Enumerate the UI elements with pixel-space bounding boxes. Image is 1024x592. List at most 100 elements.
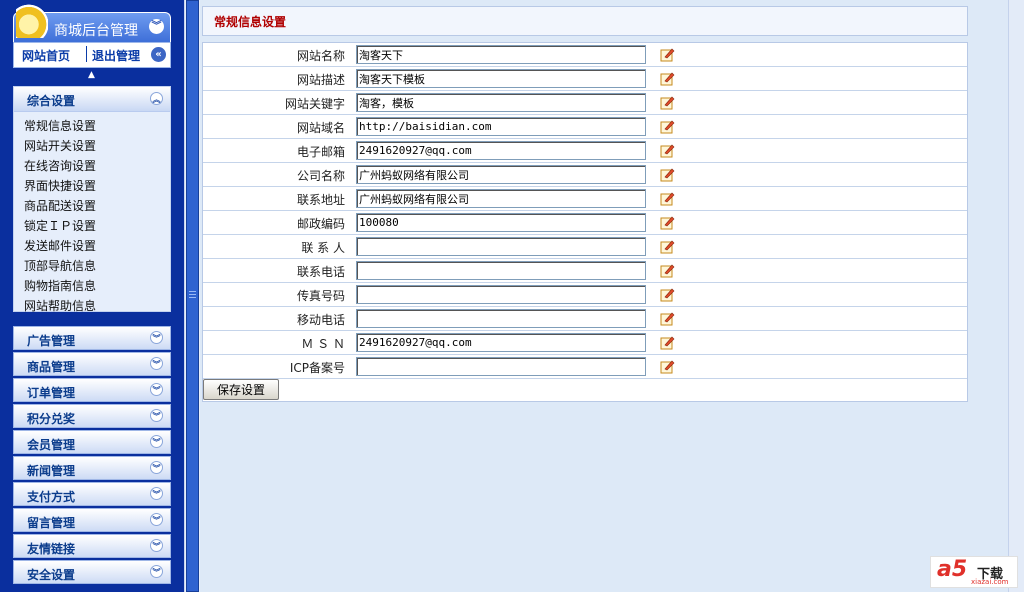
menu-item-products[interactable]: 商品管理 ︾: [13, 352, 171, 376]
edit-pencil-icon[interactable]: [660, 311, 675, 326]
field-label: 联系地址: [296, 193, 345, 207]
double-chevron-down-icon[interactable]: ︾: [149, 19, 164, 34]
menu-item-links[interactable]: 友情链接 ︾: [13, 534, 171, 558]
field-label: Ｍ Ｓ Ｎ: [301, 337, 345, 351]
edit-pencil-icon[interactable]: [660, 47, 675, 62]
field-label: 联 系 人: [301, 241, 345, 255]
site-keywords-input[interactable]: [356, 93, 646, 112]
form-row-site-desc: 网站描述: [203, 67, 967, 91]
edit-pencil-icon[interactable]: [660, 143, 675, 158]
field-label: 联系电话: [296, 265, 345, 279]
postcode-input[interactable]: [356, 213, 646, 232]
email-input[interactable]: [356, 141, 646, 160]
edit-pencil-icon[interactable]: [660, 239, 675, 254]
address-input[interactable]: [356, 189, 646, 208]
menu-item-members[interactable]: 会员管理 ︾: [13, 430, 171, 454]
double-chevron-down-icon[interactable]: ︾: [150, 331, 163, 344]
edit-pencil-icon[interactable]: [660, 215, 675, 230]
site-domain-input[interactable]: [356, 117, 646, 136]
settings-form: 网站名称 网站描述 网站关键字 网站域名 电子邮箱 公司名称 联系地址 邮政编码: [202, 42, 968, 402]
submenu-item[interactable]: 购物指南信息: [14, 276, 170, 296]
fax-input[interactable]: [356, 285, 646, 304]
mobile-input[interactable]: [356, 309, 646, 328]
field-label: 公司名称: [296, 169, 345, 183]
menu-group-header[interactable]: 综合设置 ︽: [14, 87, 170, 112]
submenu-item[interactable]: 发送邮件设置: [14, 236, 170, 256]
edit-pencil-icon[interactable]: [660, 287, 675, 302]
menu-item-payment[interactable]: 支付方式 ︾: [13, 482, 171, 506]
edit-pencil-icon[interactable]: [660, 167, 675, 182]
phone-input[interactable]: [356, 261, 646, 280]
submenu-list: 常规信息设置 网站开关设置 在线咨询设置 界面快捷设置 商品配送设置 锁定ＩＰ设…: [14, 112, 170, 316]
submenu-item[interactable]: 常规信息设置: [14, 116, 170, 136]
double-chevron-down-icon[interactable]: ︾: [150, 513, 163, 526]
edit-pencil-icon[interactable]: [660, 119, 675, 134]
edit-pencil-icon[interactable]: [660, 191, 675, 206]
site-description-input[interactable]: [356, 69, 646, 88]
submenu-item[interactable]: 商品配送设置: [14, 196, 170, 216]
menu-item-label: 新闻管理: [27, 464, 76, 478]
double-chevron-down-icon[interactable]: ︾: [150, 357, 163, 370]
form-row-phone: 联系电话: [203, 259, 967, 283]
msn-input[interactable]: [356, 333, 646, 352]
menu-item-points[interactable]: 积分兑奖 ︾: [13, 404, 171, 428]
sidebar-scrollbar-thumb[interactable]: [186, 0, 199, 592]
watermark-domain: xiazai.com: [971, 578, 1009, 586]
menu-item-label: 会员管理: [27, 438, 76, 452]
scroll-up-arrow-icon[interactable]: ▲: [88, 70, 95, 80]
menu-item-orders[interactable]: 订单管理 ︾: [13, 378, 171, 402]
sidebar: 商城后台管理 ︾ 网站首页 退出管理 « ▲ 综合设置 ︽ 常规信息设置 网站开…: [0, 0, 184, 592]
page-scrollbar-track[interactable]: [1008, 0, 1024, 592]
home-link[interactable]: 网站首页: [22, 47, 70, 64]
collapse-sidebar-icon[interactable]: «: [151, 47, 166, 62]
double-chevron-down-icon[interactable]: ︾: [150, 539, 163, 552]
field-label: 网站名称: [296, 49, 345, 63]
form-row-site-name: 网站名称: [203, 43, 967, 67]
submenu-item[interactable]: 在线咨询设置: [14, 156, 170, 176]
menu-item-label: 支付方式: [27, 490, 76, 504]
icp-input[interactable]: [356, 357, 646, 376]
form-row-email: 电子邮箱: [203, 139, 967, 163]
double-chevron-down-icon[interactable]: ︾: [150, 383, 163, 396]
double-chevron-down-icon[interactable]: ︾: [150, 435, 163, 448]
menu-item-label: 订单管理: [27, 386, 76, 400]
field-label: 网站关键字: [284, 97, 345, 111]
top-links: 网站首页 退出管理 «: [13, 42, 171, 68]
menu-item-messages[interactable]: 留言管理 ︾: [13, 508, 171, 532]
contact-person-input[interactable]: [356, 237, 646, 256]
double-chevron-down-icon[interactable]: ︾: [150, 565, 163, 578]
edit-pencil-icon[interactable]: [660, 95, 675, 110]
submenu-item[interactable]: 网站开关设置: [14, 136, 170, 156]
double-chevron-down-icon[interactable]: ︾: [150, 487, 163, 500]
double-chevron-down-icon[interactable]: ︾: [150, 409, 163, 422]
site-name-input[interactable]: [356, 45, 646, 64]
submenu-item[interactable]: 网站帮助信息: [14, 296, 170, 316]
menu-item-label: 留言管理: [27, 516, 76, 530]
menu-item-label: 广告管理: [27, 334, 76, 348]
company-name-input[interactable]: [356, 165, 646, 184]
menu-item-ads[interactable]: 广告管理 ︾: [13, 326, 171, 350]
menu-item-security[interactable]: 安全设置 ︾: [13, 560, 171, 584]
edit-pencil-icon[interactable]: [660, 359, 675, 374]
submenu-item[interactable]: 锁定ＩＰ设置: [14, 216, 170, 236]
double-chevron-up-icon[interactable]: ︽: [150, 92, 163, 105]
edit-pencil-icon[interactable]: [660, 263, 675, 278]
scrollbar-grip: [189, 291, 196, 292]
field-label: 网站描述: [296, 73, 345, 87]
save-button[interactable]: 保存设置: [203, 379, 279, 400]
form-row-domain: 网站域名: [203, 115, 967, 139]
sidebar-title: 商城后台管理: [54, 23, 138, 39]
menu-item-news[interactable]: 新闻管理 ︾: [13, 456, 171, 480]
double-chevron-down-icon[interactable]: ︾: [150, 461, 163, 474]
field-label: 电子邮箱: [296, 145, 345, 159]
form-row-contact: 联 系 人: [203, 235, 967, 259]
menu-item-label: 商品管理: [27, 360, 76, 374]
logout-link[interactable]: 退出管理: [92, 47, 140, 64]
edit-pencil-icon[interactable]: [660, 335, 675, 350]
submenu-item[interactable]: 顶部导航信息: [14, 256, 170, 276]
watermark-brand: a5: [937, 557, 968, 582]
edit-pencil-icon[interactable]: [660, 71, 675, 86]
submenu-item[interactable]: 界面快捷设置: [14, 176, 170, 196]
a5-watermark-logo: a5 下载 xiazai.com: [930, 556, 1018, 588]
field-label: 邮政编码: [296, 217, 345, 231]
